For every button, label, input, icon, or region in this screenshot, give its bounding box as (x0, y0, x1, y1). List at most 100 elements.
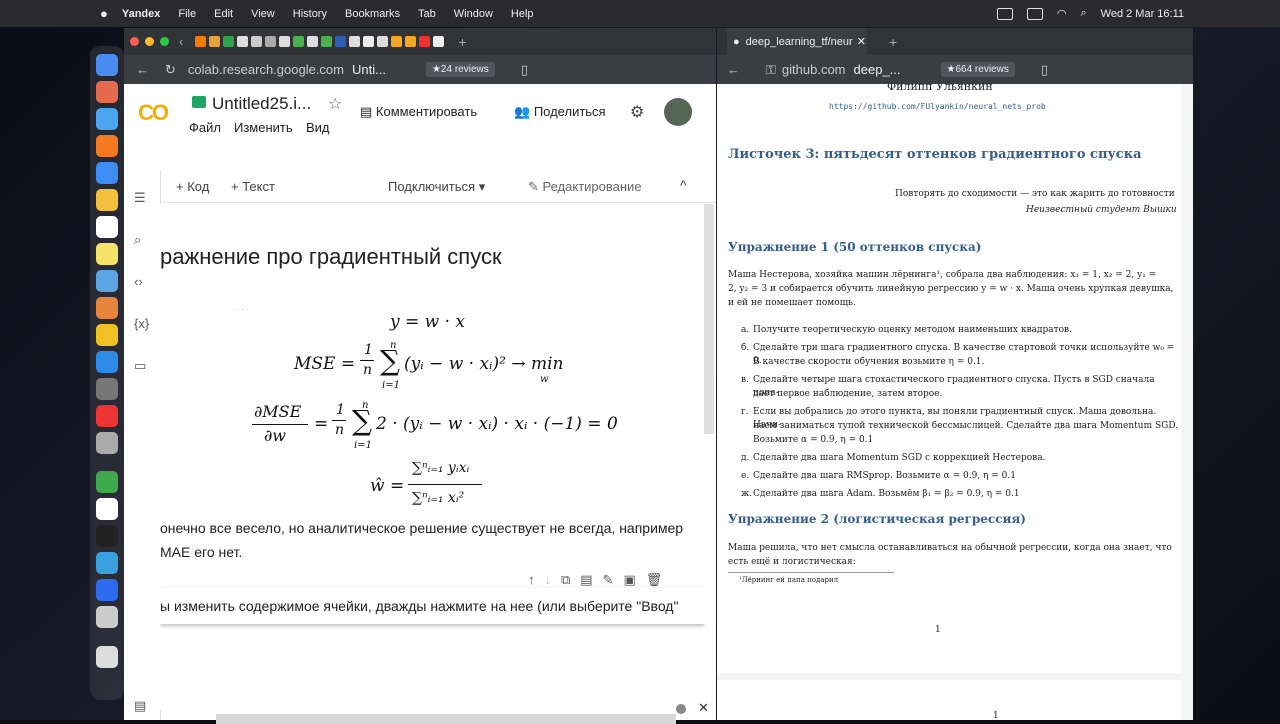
tab-favicon[interactable] (405, 36, 417, 47)
tab-favicon[interactable] (321, 36, 333, 47)
slack-icon[interactable] (96, 471, 118, 493)
menubar-file[interactable]: File (178, 8, 196, 20)
menu-edit[interactable]: Изменить (234, 120, 293, 135)
app-store-icon[interactable] (96, 351, 118, 373)
menubar-help[interactable]: Help (511, 8, 534, 20)
clock-text[interactable]: Wed 2 Mar 16:11 (1101, 8, 1184, 20)
gear-icon[interactable]: ⚙ (630, 102, 644, 122)
mail-icon[interactable] (96, 162, 118, 184)
tab-favicon[interactable] (293, 36, 305, 47)
horizontal-scrollbar[interactable] (216, 714, 676, 724)
comment-button[interactable]: ▤ Комментировать (360, 104, 477, 120)
reload-icon[interactable]: ↻ (165, 62, 176, 78)
editing-mode-button[interactable]: ✎ Редактирование (528, 179, 642, 195)
vertical-scrollbar[interactable] (704, 204, 714, 434)
launchpad-icon[interactable] (96, 81, 118, 103)
share-button[interactable]: 👥 Поделиться (514, 104, 606, 120)
code-snippets-icon[interactable]: ‹› (134, 274, 143, 289)
numbers-icon[interactable] (96, 297, 118, 319)
minimize-window-button[interactable] (145, 37, 154, 46)
keynote-icon[interactable] (96, 270, 118, 292)
tab-favicon[interactable] (279, 36, 291, 47)
finder-icon[interactable] (96, 54, 118, 76)
zoom-window-button[interactable] (160, 37, 169, 46)
tab-favicon[interactable] (349, 36, 361, 47)
menu-view[interactable]: Вид (306, 120, 330, 135)
delete-icon[interactable]: 🗑 (646, 572, 663, 588)
firefox-icon[interactable] (96, 135, 118, 157)
tab-favicon[interactable] (377, 36, 389, 47)
move-up-icon[interactable]: ↑ (528, 572, 535, 588)
back-icon[interactable]: ← (727, 62, 740, 77)
new-tab-icon[interactable]: + (889, 34, 897, 50)
mirror-icon[interactable]: ▣ (624, 572, 636, 588)
tab-favicon[interactable] (237, 36, 249, 47)
menu-file[interactable]: Файл (189, 120, 221, 135)
toc-icon[interactable]: ☰ (134, 190, 146, 206)
menubar-view[interactable]: View (251, 8, 275, 20)
tab-favicon[interactable] (307, 36, 319, 47)
settings-icon[interactable] (96, 378, 118, 400)
exercise-heading[interactable]: ражнение про градиентный спуск (160, 244, 502, 270)
notes-icon[interactable] (96, 243, 118, 265)
comment-icon[interactable]: ▤ (580, 572, 592, 588)
folder-icon[interactable]: ▭ (134, 358, 146, 374)
close-icon[interactable]: ✕ (698, 700, 709, 716)
tab-favicon[interactable] (195, 36, 207, 47)
terminal-icon[interactable]: ▤ (134, 698, 146, 714)
downloads-icon[interactable] (96, 606, 118, 628)
colab-logo[interactable]: CO (138, 100, 169, 126)
reviews-badge[interactable]: ★664 reviews (940, 62, 1015, 77)
tab-favicon[interactable] (209, 36, 221, 47)
tab-favicon[interactable] (223, 36, 235, 47)
menubar-bookmarks[interactable]: Bookmarks (345, 8, 400, 20)
add-text-button[interactable]: + Текст (231, 179, 275, 194)
link-icon[interactable]: ⧉ (561, 572, 570, 588)
terminal-icon[interactable] (96, 525, 118, 547)
tab-favicon[interactable] (265, 36, 277, 47)
tab-favicon[interactable] (335, 36, 347, 47)
trash-icon[interactable] (96, 646, 118, 668)
safari-icon[interactable] (96, 108, 118, 130)
reviews-badge[interactable]: ★24 reviews (425, 62, 495, 77)
add-code-button[interactable]: + Код (176, 179, 209, 194)
tab-favicon[interactable] (433, 36, 445, 47)
connect-button[interactable]: Подключиться ▾ (388, 179, 485, 195)
menubar-app-name[interactable]: Yandex (122, 8, 161, 20)
new-tab-icon[interactable]: + (458, 34, 466, 50)
tab-favicon[interactable] (391, 36, 403, 47)
search-icon[interactable]: ⌕ (134, 232, 141, 248)
wifi-icon[interactable]: ◠ (1057, 7, 1067, 20)
close-window-button[interactable] (130, 37, 139, 46)
zoom-icon[interactable] (96, 579, 118, 601)
url-field[interactable]: github.com deep_... (782, 62, 901, 77)
menubar-edit[interactable]: Edit (214, 8, 233, 20)
move-down-icon[interactable]: ↓ (545, 572, 552, 588)
search-icon[interactable]: ⌕ (1080, 7, 1086, 20)
collapse-icon[interactable]: ^ (680, 177, 687, 193)
bookmark-icon[interactable]: ▯ (1041, 62, 1048, 78)
yandex-icon[interactable] (96, 405, 118, 427)
tab-favicon[interactable] (251, 36, 263, 47)
variables-icon[interactable]: {x} (134, 316, 149, 331)
back-icon[interactable]: ← (136, 62, 149, 77)
tab-favicon[interactable] (419, 36, 431, 47)
url-field[interactable]: colab.research.google.com Unti... (188, 62, 386, 77)
sublime-icon[interactable] (96, 324, 118, 346)
menubar-history[interactable]: History (293, 8, 327, 20)
calendar-icon[interactable] (96, 216, 118, 238)
star-icon[interactable]: ☆ (328, 94, 342, 114)
battery-icon[interactable] (1026, 7, 1043, 20)
apple-icon[interactable]: ● (100, 6, 108, 21)
active-tab[interactable]: ● deep_learning_tf/neur ✕ (727, 28, 867, 55)
status-icon[interactable] (996, 7, 1013, 20)
close-tab-icon[interactable]: ✕ (857, 35, 866, 48)
misc-app-icon[interactable] (96, 432, 118, 454)
chevron-left-icon[interactable]: ‹ (179, 34, 183, 49)
menubar-tab[interactable]: Tab (418, 8, 436, 20)
notebook-title[interactable]: Untitled25.i... (212, 94, 311, 114)
edit-icon[interactable]: ✎ (603, 572, 614, 588)
pdf-repo-link[interactable]: https://github.com/FUlyankin/neural_nets… (829, 100, 1046, 113)
wifi-app-icon[interactable] (96, 498, 118, 520)
photos-icon[interactable] (96, 189, 118, 211)
